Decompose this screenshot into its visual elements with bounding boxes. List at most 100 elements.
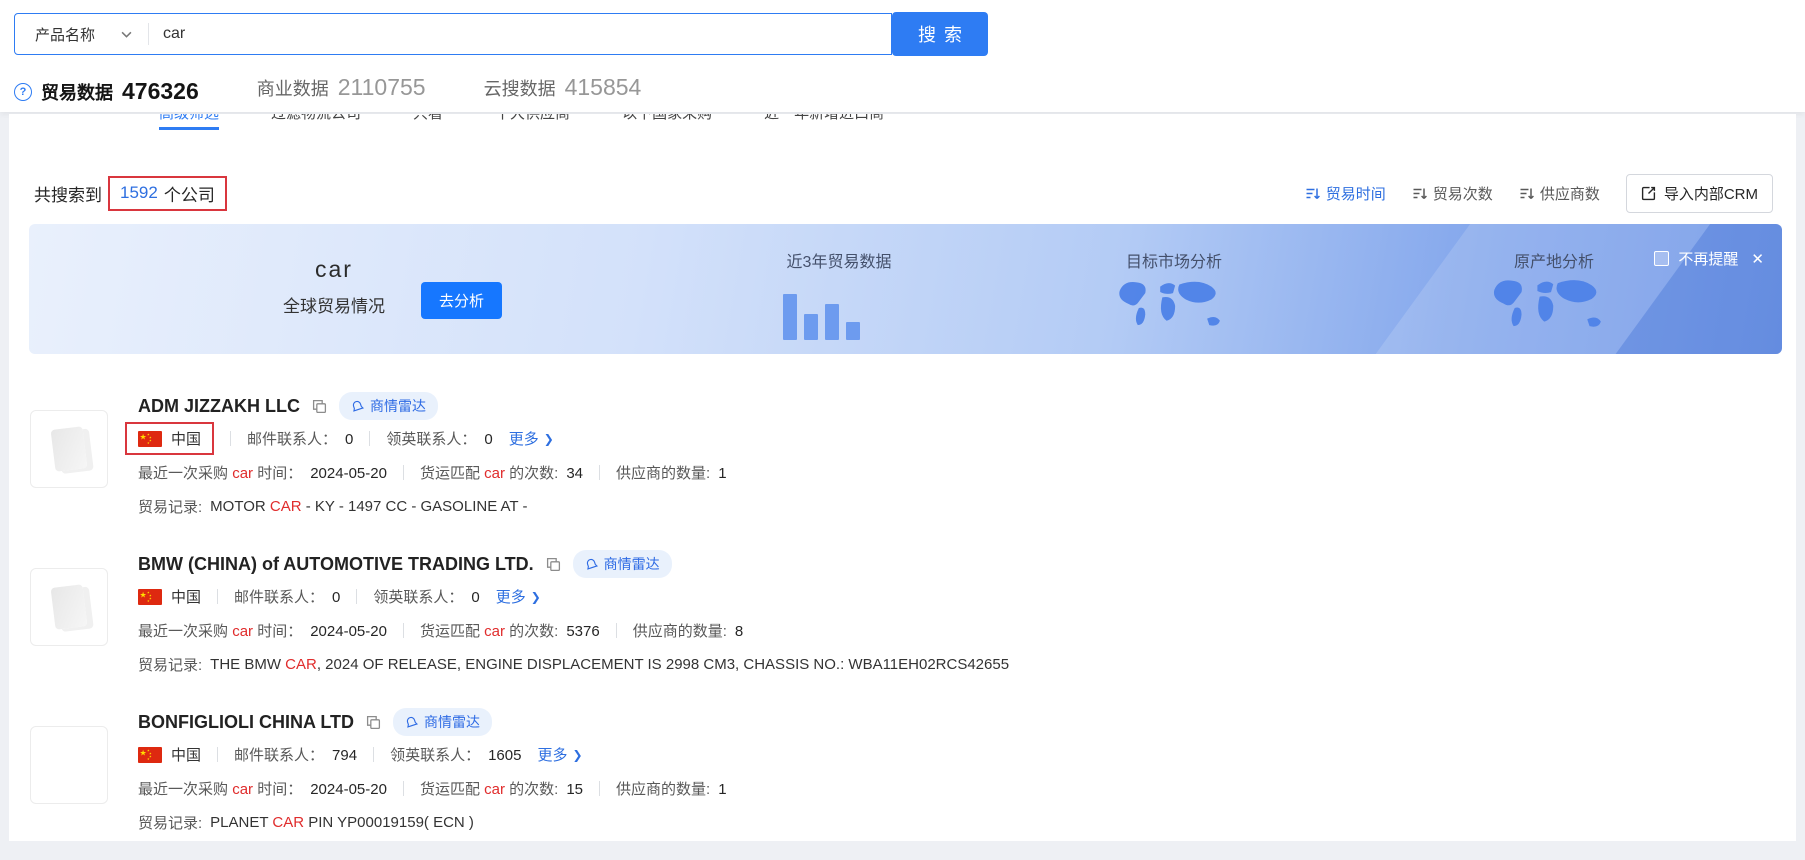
sort-label: 供应商数 <box>1539 185 1600 203</box>
copy-icon[interactable] <box>366 715 381 730</box>
country: ★ ★ ★ ★ ★ 中国 <box>138 586 201 607</box>
country: ★ ★ ★ ★ ★ 中国 <box>138 744 201 765</box>
purchase-stat: 最近一次采购 car 时间： 2024-05-20 <box>138 781 387 798</box>
divider <box>402 623 404 638</box>
search-category-select[interactable]: 产品名称 <box>15 24 148 45</box>
china-flag-icon: ★ ★★★★ <box>138 746 162 763</box>
results-header: 共搜索到 1592 个公司 贸易时间 贸易次数 供应商数 导入内部CRM <box>34 173 1773 213</box>
bar <box>825 304 839 340</box>
company-name-row: BMW (CHINA) of AUTOMOTIVE TRADING LTD. 商… <box>138 550 672 578</box>
record-label: 贸易记录: <box>138 657 203 674</box>
tab-business-data[interactable]: 商业数据 2110755 <box>257 74 426 101</box>
company-name-row: BONFIGLIOLI CHINA LTD 商情雷达 <box>138 708 492 736</box>
results-controls: 贸易时间 贸易次数 供应商数 导入内部CRM <box>1305 173 1773 213</box>
email-contacts-stat: 邮件联系人： 0 <box>234 589 341 606</box>
world-map-icon <box>1493 280 1601 327</box>
filter-exclude-logistics[interactable]: 过滤物流公司 <box>271 114 361 130</box>
freight-stat: 货运匹配 car 的次数: 5376 <box>419 623 600 640</box>
company-row: BONFIGLIOLI CHINA LTD 商情雷达 ★ ★ ★ ★ ★ 中国 邮件联系… <box>30 708 1771 860</box>
company-purchase-row: 最近一次采购 car 时间： 2024-05-20 货运匹配 car 的次数: 15… <box>138 778 727 799</box>
copy-icon[interactable] <box>312 399 327 414</box>
tab-cloud-search-data[interactable]: 云搜数据 415854 <box>484 74 642 101</box>
more-link[interactable]: 更多 ❯ <box>509 428 554 449</box>
sort-icon <box>1413 188 1427 199</box>
banner-section-market-label: 目标市场分析 <box>1125 254 1222 271</box>
trade-analysis-banner: car 全球贸易情况 去分析 近3年贸易数据 目标市场分析 原产地分析 不再提醒… <box>29 224 1782 354</box>
radar-bell-icon <box>406 716 418 728</box>
tab-count: 2110755 <box>337 74 426 100</box>
company-name[interactable]: ADM JIZZAKH LLC <box>138 396 300 417</box>
company-thumbnail[interactable] <box>30 726 108 804</box>
sort-icon <box>1306 188 1320 199</box>
company-contacts-row: ★ ★ ★ ★ ★ 中国 邮件联系人： 0 领英联系人： 0 更多 ❯ <box>138 586 541 607</box>
supplier-stat: 供应商的数量: 1 <box>616 465 727 482</box>
chevron-right-icon: ❯ <box>530 589 541 604</box>
record-text: PLANET CAR PIN YP00019159( ECN ) <box>210 814 474 831</box>
email-contacts-stat: 邮件联系人： 794 <box>234 747 358 764</box>
chevron-down-icon <box>121 31 132 38</box>
more-link[interactable]: 更多 ❯ <box>537 744 582 765</box>
tab-trade-data[interactable]: ? 贸易数据 476326 <box>14 78 199 105</box>
filter-new-importers[interactable]: 近一年新增进口商 <box>764 114 884 130</box>
tab-label: 贸易数据 <box>41 82 113 103</box>
divider <box>230 431 232 446</box>
business-radar-badge[interactable]: 商情雷达 <box>338 392 438 420</box>
linkedin-contacts-stat: 领英联系人： 0 <box>386 431 493 448</box>
linkedin-contacts-stat: 领英联系人： 1605 <box>390 747 522 764</box>
banner-section-origin-label: 原产地分析 <box>1513 254 1594 271</box>
dont-remind-checkbox[interactable] <box>1654 251 1670 266</box>
freight-stat: 货运匹配 car 的次数: 34 <box>419 465 584 482</box>
divider <box>402 781 404 796</box>
badge-label: 商情雷达 <box>423 714 480 730</box>
tab-count: 476326 <box>122 78 199 104</box>
filter-only-view[interactable]: 只看 <box>413 114 443 130</box>
purchase-stat: 最近一次采购 car 时间： 2024-05-20 <box>138 623 387 640</box>
supplier-stat: 供应商的数量: 1 <box>616 781 727 798</box>
more-link[interactable]: 更多 ❯ <box>496 586 541 607</box>
analyze-button[interactable]: 去分析 <box>421 282 503 319</box>
record-label: 贸易记录: <box>138 815 203 832</box>
summary-suffix: 个公司 <box>163 185 215 205</box>
result-count-annotation-box: 1592 个公司 <box>108 175 227 211</box>
world-map-icon <box>1119 281 1220 326</box>
question-circle-icon[interactable]: ? <box>14 82 32 101</box>
sort-trade-time[interactable]: 贸易时间 <box>1305 183 1386 204</box>
tab-label: 商业数据 <box>256 78 329 99</box>
copy-icon[interactable] <box>546 557 561 572</box>
search-box: 产品名称 <box>14 13 892 55</box>
divider <box>217 747 219 762</box>
filter-advanced[interactable]: 高级筛选 <box>159 114 220 130</box>
search-button[interactable]: 搜索 <box>892 12 988 56</box>
sort-trade-count[interactable]: 贸易次数 <box>1412 183 1493 204</box>
chevron-right-icon: ❯ <box>572 747 583 762</box>
company-name-row: ADM JIZZAKH LLC 商情雷达 <box>138 392 438 420</box>
business-radar-badge[interactable]: 商情雷达 <box>572 550 672 578</box>
company-thumbnail[interactable] <box>30 410 108 488</box>
filter-country-purchase[interactable]: 以下国家采购 <box>622 114 712 130</box>
company-row: ADM JIZZAKH LLC 商情雷达 ★ ★ ★ ★ ★ 中国 邮件联系人： 0 领英… <box>30 392 1771 544</box>
search-input[interactable] <box>149 14 891 54</box>
sort-icon <box>1520 188 1534 199</box>
company-contacts-row: ★ ★ ★ ★ ★ 中国 邮件联系人： 0 领英联系人： 0 更多 ❯ <box>125 422 554 455</box>
results-card: 共搜索到 1592 个公司 贸易时间 贸易次数 供应商数 导入内部CRM car… <box>9 158 1796 841</box>
company-name[interactable]: BONFIGLIOLI CHINA LTD <box>138 712 354 733</box>
sort-label: 贸易时间 <box>1325 185 1386 203</box>
close-icon[interactable]: ✕ <box>1751 250 1764 268</box>
company-name[interactable]: BMW (CHINA) of AUTOMOTIVE TRADING LTD. <box>138 554 534 575</box>
tab-label: 云搜数据 <box>483 78 556 99</box>
company-thumbnail[interactable] <box>30 568 108 646</box>
filter-top-suppliers[interactable]: 十大供应商 <box>495 114 570 130</box>
search-bar: 产品名称 搜索 <box>14 12 988 56</box>
dont-remind-label: 不再提醒 <box>1678 251 1739 268</box>
company-row: BMW (CHINA) of AUTOMOTIVE TRADING LTD. 商… <box>30 550 1771 702</box>
radar-bell-icon <box>352 400 364 412</box>
results-summary: 共搜索到 1592 个公司 <box>34 175 227 211</box>
bar <box>783 294 797 340</box>
svg-text:★: ★ <box>147 441 150 445</box>
sort-supplier-count[interactable]: 供应商数 <box>1519 183 1600 204</box>
divider <box>356 589 358 604</box>
banner-section-trade-label: 近3年贸易数据 <box>786 254 892 271</box>
business-radar-badge[interactable]: 商情雷达 <box>392 708 492 736</box>
bar-chart-icon <box>783 288 860 340</box>
import-crm-button[interactable]: 导入内部CRM <box>1625 173 1773 213</box>
